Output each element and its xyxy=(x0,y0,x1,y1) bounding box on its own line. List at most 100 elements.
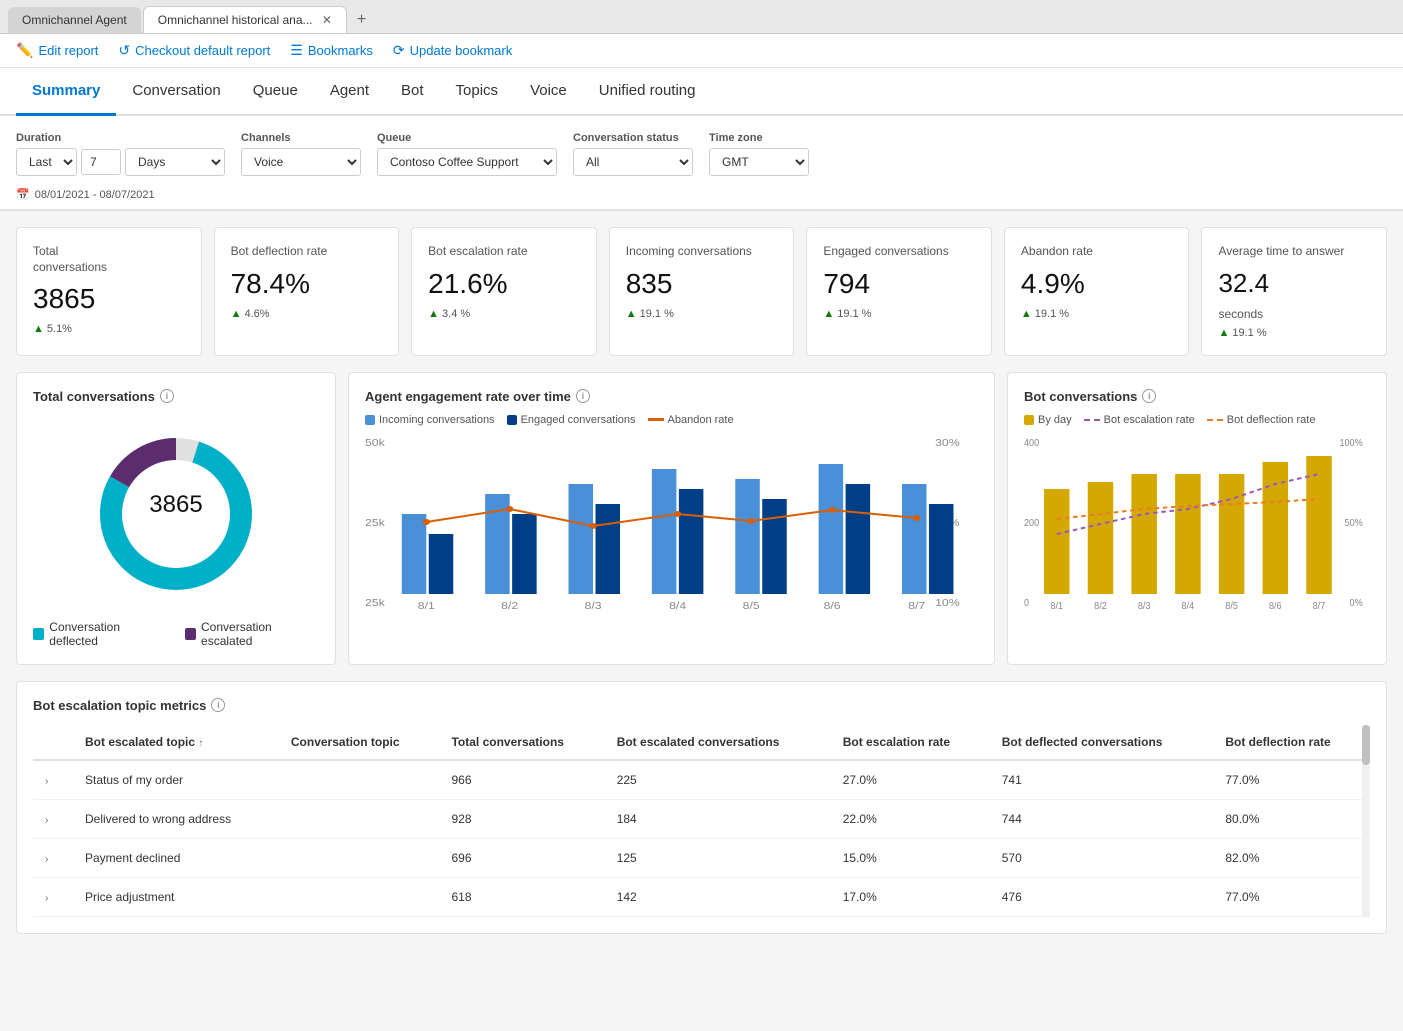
engagement-chart-svg: 50k 25k 25k 30% 20% 10% xyxy=(365,434,978,614)
sort-icon[interactable]: ↑ xyxy=(198,738,203,749)
row-expand-icon[interactable]: › xyxy=(45,893,48,904)
svg-text:8/3: 8/3 xyxy=(585,601,602,612)
duration-filter: Duration Last Days xyxy=(16,132,225,176)
cell-topic: Status of my order xyxy=(73,760,279,800)
calendar-icon: 📅 xyxy=(16,188,30,201)
cell-topic: Price adjustment xyxy=(73,877,279,916)
topic-column-header[interactable]: Bot escalated topic ↑ xyxy=(73,725,279,760)
svg-text:200: 200 xyxy=(1024,517,1039,529)
bot-esc-rate-column-header: Bot escalation rate xyxy=(831,725,990,760)
cell-bot-defl-rate: 77.0% xyxy=(1213,760,1370,800)
update-icon: ⟳ xyxy=(393,42,405,59)
tab-bot[interactable]: Bot xyxy=(385,68,440,116)
svg-text:8/6: 8/6 xyxy=(824,601,841,612)
svg-text:50%: 50% xyxy=(1345,517,1364,529)
filters: Duration Last Days Channels Voice Queue … xyxy=(0,116,1403,184)
svg-text:8/4: 8/4 xyxy=(1182,600,1195,612)
edit-report-button[interactable]: ✏️ Edit report xyxy=(16,42,98,59)
channels-filter: Channels Voice xyxy=(241,132,361,176)
svg-text:8/2: 8/2 xyxy=(501,601,518,612)
kpi-incoming-conversations: Incoming conversations 835 ▲ 19.1 % xyxy=(609,227,795,356)
duration-value-input[interactable] xyxy=(81,149,121,175)
update-bookmark-button[interactable]: ⟳ Update bookmark xyxy=(393,42,512,59)
metrics-table: Bot escalated topic ↑ Conversation topic… xyxy=(33,725,1370,917)
add-tab-button[interactable]: + xyxy=(349,7,374,33)
bookmarks-icon: ☰ xyxy=(290,42,303,59)
bot-conversations-chart: Bot conversations i By day Bot escalatio… xyxy=(1007,372,1387,665)
up-arrow-icon: ▲ xyxy=(1021,308,1032,320)
up-arrow-icon: ▲ xyxy=(231,308,242,320)
duration-unit-select[interactable]: Days xyxy=(125,148,225,176)
close-tab-icon[interactable]: ✕ xyxy=(322,13,332,27)
total-conv-column-header: Total conversations xyxy=(439,725,604,760)
cell-bot-defl-conv: 741 xyxy=(990,760,1214,800)
svg-text:0: 0 xyxy=(1024,597,1029,609)
bookmarks-button[interactable]: ☰ Bookmarks xyxy=(290,42,373,59)
table-row: › Payment declined 696 125 15.0% 570 82.… xyxy=(33,838,1370,877)
pencil-icon: ✏️ xyxy=(16,42,33,59)
cell-total-conv: 966 xyxy=(439,760,604,800)
up-arrow-icon: ▲ xyxy=(626,308,637,320)
timezone-filter: Time zone GMT xyxy=(709,132,809,176)
cell-bot-esc-rate: 17.0% xyxy=(831,877,990,916)
info-icon[interactable]: i xyxy=(576,389,590,403)
conv-status-select[interactable]: All xyxy=(573,148,693,176)
timezone-select[interactable]: GMT xyxy=(709,148,809,176)
legend-bot-defl-rate: Bot deflection rate xyxy=(1207,414,1316,426)
cell-bot-esc-rate: 27.0% xyxy=(831,760,990,800)
cell-bot-esc-conv: 184 xyxy=(605,799,831,838)
svg-text:400: 400 xyxy=(1024,437,1039,449)
tab-summary[interactable]: Summary xyxy=(16,68,116,116)
up-arrow-icon: ▲ xyxy=(1218,327,1229,339)
cell-conv-topic xyxy=(279,799,440,838)
tab-agent[interactable]: Agent xyxy=(314,68,385,116)
cell-bot-esc-conv: 142 xyxy=(605,877,831,916)
kpi-engaged-conversations: Engaged conversations 794 ▲ 19.1 % xyxy=(806,227,992,356)
info-icon[interactable]: i xyxy=(211,698,225,712)
queue-filter: Queue Contoso Coffee Support xyxy=(377,132,557,176)
tab-omnichannel-historical[interactable]: Omnichannel historical ana... ✕ xyxy=(143,6,347,33)
svg-text:10%: 10% xyxy=(935,598,960,609)
cell-bot-defl-conv: 570 xyxy=(990,838,1214,877)
cell-topic: Delivered to wrong address xyxy=(73,799,279,838)
up-arrow-icon: ▲ xyxy=(33,323,44,335)
cell-conv-topic xyxy=(279,760,440,800)
tab-conversation[interactable]: Conversation xyxy=(116,68,236,116)
cell-conv-topic xyxy=(279,877,440,916)
row-expand-icon[interactable]: › xyxy=(45,815,48,826)
cell-total-conv: 928 xyxy=(439,799,604,838)
scrollbar-track xyxy=(1362,725,1370,917)
table-row: › Status of my order 966 225 27.0% 741 7… xyxy=(33,760,1370,800)
tab-unified-routing[interactable]: Unified routing xyxy=(583,68,712,116)
table-header-row: Bot escalated topic ↑ Conversation topic… xyxy=(33,725,1370,760)
row-expand-icon[interactable]: › xyxy=(45,854,48,865)
channels-select[interactable]: Voice xyxy=(241,148,361,176)
duration-prefix-select[interactable]: Last xyxy=(16,148,77,176)
bot-defl-conv-column-header: Bot deflected conversations xyxy=(990,725,1214,760)
table-row: › Delivered to wrong address 928 184 22.… xyxy=(33,799,1370,838)
refresh-icon: ↺ xyxy=(118,42,130,59)
row-expand-icon[interactable]: › xyxy=(45,776,48,787)
kpi-bot-deflection-rate: Bot deflection rate 78.4% ▲ 4.6% xyxy=(214,227,400,356)
up-arrow-icon: ▲ xyxy=(823,308,834,320)
svg-text:8/5: 8/5 xyxy=(743,601,760,612)
kpi-bot-escalation-rate: Bot escalation rate 21.6% ▲ 3.4 % xyxy=(411,227,597,356)
scrollbar-thumb[interactable] xyxy=(1362,725,1370,765)
charts-row: Total conversations i 3865 Conversation … xyxy=(0,372,1403,681)
svg-text:8/7: 8/7 xyxy=(908,601,925,612)
svg-text:30%: 30% xyxy=(935,438,960,449)
tab-voice[interactable]: Voice xyxy=(514,68,583,116)
tab-omnichannel-agent[interactable]: Omnichannel Agent xyxy=(8,7,141,33)
tab-queue[interactable]: Queue xyxy=(237,68,314,116)
tab-topics[interactable]: Topics xyxy=(440,68,515,116)
info-icon[interactable]: i xyxy=(1142,389,1156,403)
legend-deflected: Conversation deflected xyxy=(33,620,165,648)
svg-text:50k: 50k xyxy=(365,438,385,449)
queue-select[interactable]: Contoso Coffee Support xyxy=(377,148,557,176)
checkout-default-button[interactable]: ↺ Checkout default report xyxy=(118,42,270,59)
cell-bot-defl-conv: 476 xyxy=(990,877,1214,916)
conv-topic-column-header: Conversation topic xyxy=(279,725,440,760)
legend-incoming: Incoming conversations xyxy=(365,414,495,426)
legend-by-day: By day xyxy=(1024,414,1072,426)
info-icon[interactable]: i xyxy=(160,389,174,403)
